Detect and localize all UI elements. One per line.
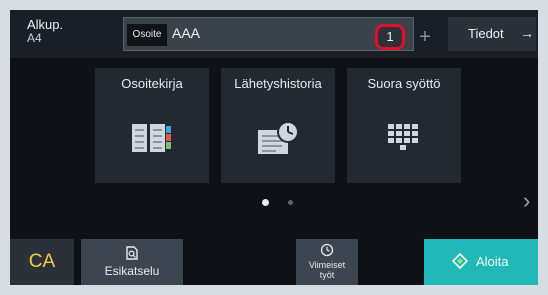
recent-jobs-label-line1: Viimeiset	[308, 260, 346, 270]
arrow-right-icon: →	[520, 25, 534, 41]
destination-count-box[interactable]: 1	[375, 24, 405, 50]
history-clock-icon	[320, 243, 334, 257]
original-size: A4	[27, 30, 42, 45]
tile-address-book-label: Osoitekirja	[121, 76, 183, 91]
add-destination-button[interactable]: +	[414, 24, 436, 50]
start-diamond-icon	[452, 253, 468, 269]
preview-icon	[126, 246, 138, 260]
destination-count: 1	[386, 29, 394, 44]
address-value: AAA	[172, 25, 201, 41]
preview-label: Esikatselu	[104, 264, 160, 278]
recent-jobs-label-line2: työt	[319, 270, 335, 280]
original-setting[interactable]: Alkup. A4	[27, 18, 63, 44]
original-label: Alkup.	[27, 17, 64, 32]
address-book-icon	[132, 124, 171, 152]
page-dot-active	[262, 199, 269, 206]
tile-send-history-label: Lähetyshistoria	[234, 76, 322, 91]
bottom-bar: CA Esikatselu Viimeiset työt Aloita	[10, 239, 538, 285]
scan-send-screen: Alkup. A4 Osoite AAA 1 + Tiedot → Osoite…	[10, 10, 538, 285]
preview-button[interactable]: Esikatselu	[81, 239, 183, 285]
info-button[interactable]: Tiedot →	[448, 17, 536, 51]
page-dot	[288, 200, 293, 205]
tile-direct-entry[interactable]: Suora syöttö	[347, 68, 461, 183]
send-history-icon	[258, 122, 299, 154]
recent-jobs-label: Viimeiset työt	[296, 260, 358, 280]
address-field[interactable]: Osoite AAA	[123, 17, 414, 51]
top-bar: Alkup. A4 Osoite AAA 1 + Tiedot →	[10, 10, 538, 58]
recent-jobs-button[interactable]: Viimeiset työt	[296, 239, 358, 285]
start-label: Aloita	[476, 254, 509, 269]
info-label: Tiedot	[468, 26, 504, 41]
clear-all-button[interactable]: CA	[10, 239, 74, 285]
next-page-chevron-icon[interactable]: ›	[523, 190, 530, 212]
tile-send-history[interactable]: Lähetyshistoria	[221, 68, 335, 183]
address-label: Osoite	[127, 24, 167, 46]
tile-address-book[interactable]: Osoitekirja	[95, 68, 209, 183]
keypad-icon	[388, 124, 418, 150]
tile-direct-entry-label: Suora syöttö	[367, 76, 441, 91]
start-button[interactable]: Aloita	[424, 239, 538, 285]
